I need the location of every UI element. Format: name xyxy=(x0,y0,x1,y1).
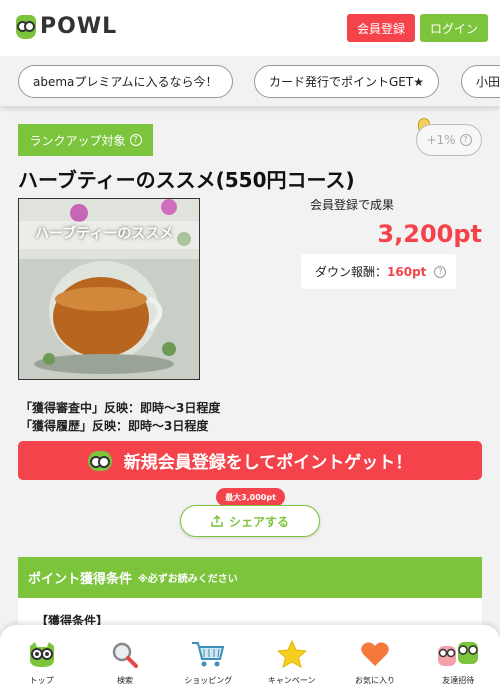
help-icon: ? xyxy=(459,134,472,146)
reflect-info: 「獲得審査中」反映：即時～3日程度 「獲得履歴」反映：即時～3日程度 xyxy=(20,399,220,435)
info-line-history: 「獲得履歴」反映：即時～3日程度 xyxy=(20,419,209,433)
conditions-note: ※必ずお読みください xyxy=(138,574,238,585)
conditions-header: ポイント獲得条件 ※必ずお読みください xyxy=(18,557,482,598)
share-button[interactable]: シェアする xyxy=(180,505,320,537)
tab-label: キャンペーン xyxy=(267,676,316,685)
tab-campaign[interactable]: キャンペーン xyxy=(250,625,333,700)
share-icon xyxy=(211,515,223,527)
tab-shopping[interactable]: ショッピング xyxy=(167,625,250,700)
offer-image: ハーブティーのススメ xyxy=(18,198,200,380)
rankup-badge[interactable]: ランクアップ対象 ? xyxy=(18,124,153,156)
owl-logo-icon xyxy=(16,14,36,39)
help-icon: ? xyxy=(129,134,142,146)
logo[interactable]: POWL xyxy=(16,14,117,39)
down-reward-value: 160pt xyxy=(387,264,427,279)
promo-chip-card[interactable]: カード発行でポイントGET★ xyxy=(254,65,439,98)
rate-label: +1% xyxy=(426,133,456,147)
owl-icon xyxy=(87,450,112,471)
login-button[interactable]: ログイン xyxy=(420,14,488,42)
owl-icon xyxy=(27,639,57,669)
offer-title: ハーブティーのススメ(550円コース) xyxy=(18,168,355,192)
down-reward-label: ダウン報酬： xyxy=(315,265,388,279)
bottom-tab-bar: トップ 検索 ショッピング キャンペーン お気に入り 友達招待 xyxy=(0,625,500,700)
tab-label: トップ xyxy=(29,676,54,685)
image-caption: ハーブティーのススメ xyxy=(35,226,174,242)
tab-label: お気に入り xyxy=(354,676,395,685)
help-icon: ? xyxy=(434,265,447,278)
star-icon xyxy=(276,639,307,669)
promo-chip-abema[interactable]: abemaプレミアムに入るなら今！ xyxy=(18,65,233,98)
rankup-label: ランクアップ対象 xyxy=(29,133,126,148)
promo-bar: abemaプレミアムに入るなら今！ カード発行でポイントGET★ 小田 xyxy=(0,56,500,106)
header: POWL 会員登録 ログイン xyxy=(0,0,500,56)
promo-chip-odakyu[interactable]: 小田 xyxy=(461,65,500,98)
heart-icon xyxy=(360,639,390,669)
reward-value: 3,200pt xyxy=(377,220,482,248)
search-icon xyxy=(110,639,140,669)
register-button[interactable]: 会員登録 xyxy=(347,14,415,42)
tab-search[interactable]: 検索 xyxy=(83,625,166,700)
friends-icon xyxy=(436,639,480,669)
max-points-badge: 最大3,000pt xyxy=(216,488,285,511)
cart-icon xyxy=(190,639,226,669)
rate-pill[interactable]: +1% ? xyxy=(416,124,482,156)
register-get-points-button[interactable]: 新規会員登録をしてポイントゲット！ xyxy=(18,441,482,480)
tab-top[interactable]: トップ xyxy=(0,625,83,700)
tab-label: ショッピング xyxy=(184,676,233,685)
tab-label: 友達招待 xyxy=(442,676,475,685)
tab-invite-friends[interactable]: 友達招待 xyxy=(417,625,500,700)
share-label: シェアする xyxy=(228,514,289,529)
cta-label: 新規会員登録をしてポイントゲット！ xyxy=(123,453,413,473)
logo-text: POWL xyxy=(40,14,118,39)
down-reward-box[interactable]: ダウン報酬： 160pt ? xyxy=(301,254,456,289)
tab-favorites[interactable]: お気に入り xyxy=(333,625,416,700)
reward-label: 会員登録で成果 xyxy=(310,198,395,212)
info-line-review: 「獲得審査中」反映：即時～3日程度 xyxy=(20,401,221,415)
tab-label: 検索 xyxy=(116,676,133,685)
conditions-title: ポイント獲得条件 xyxy=(28,572,133,587)
